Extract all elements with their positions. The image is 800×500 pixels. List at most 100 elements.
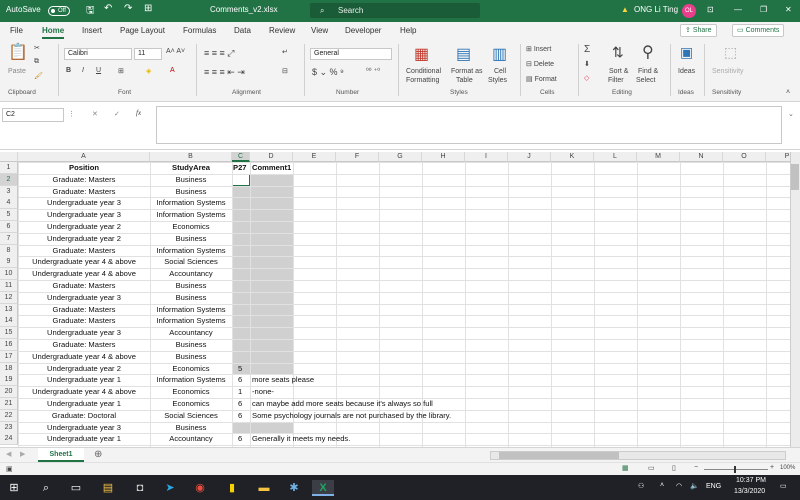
column-header-b[interactable]: B [150,152,232,162]
active-cell[interactable] [232,173,250,186]
table-cell[interactable]: Graduate: Masters [18,280,150,292]
find-label[interactable]: Find & [638,68,658,75]
name-box[interactable]: C2 [2,108,64,122]
table-cell[interactable]: Generally it meets my needs. [252,433,350,445]
table-cell[interactable]: Undergraduate year 2 [18,221,150,233]
column-header-f[interactable]: F [336,152,379,162]
find-select-icon[interactable]: ⚲ [642,42,654,62]
conditional-formatting-icon[interactable]: ▦ [414,44,429,64]
formula-input[interactable] [156,106,782,144]
table-cell[interactable]: Undergraduate year 2 [18,363,150,375]
table-cell[interactable]: Undergraduate year 4 & above [18,256,150,268]
top-align-icon[interactable]: ≡ ≡ ≡ ⤢ [204,48,234,59]
select-label[interactable]: Select [636,77,655,84]
insert-function-icon[interactable]: fx [136,109,141,117]
format-as-table-icon[interactable]: ▤ [456,44,471,64]
row-header[interactable]: 4 [0,197,18,210]
decimal-icon[interactable]: ⁰⁰ ⁺⁰ [366,67,380,75]
format-cells-button[interactable]: ▤ Format [526,75,557,83]
cell-label[interactable]: Cell [494,68,506,75]
scrollbar-thumb[interactable] [499,452,619,459]
select-all-corner[interactable] [0,152,18,162]
table-cell[interactable]: Undergraduate year 4 & above [18,386,150,398]
column-header-a[interactable]: A [18,152,150,162]
number-format-select[interactable]: General [310,48,392,60]
table-cell[interactable]: Undergraduate year 1 [18,374,150,386]
expand-formula-icon[interactable]: ⌄ [788,110,794,118]
table-cell[interactable]: 1 [238,386,242,398]
table-cell[interactable]: Information Systems [150,209,232,221]
table-cell[interactable]: Economics [150,363,232,375]
column-header-i[interactable]: I [465,152,508,162]
filter-label[interactable]: Filter [608,77,624,84]
customize-icon[interactable]: ⊞ [144,3,152,14]
table-cell[interactable]: Graduate: Masters [18,186,150,198]
network-icon[interactable]: ◠ [676,482,682,490]
prev-sheet-icon[interactable]: ◀ [6,450,11,458]
telegram-icon[interactable]: ➤ [162,480,178,496]
zoom-in-icon[interactable]: + [770,464,774,471]
minimize-icon[interactable]: — [734,5,742,14]
format-painter-icon[interactable]: 🖌 [34,72,43,80]
table-cell[interactable]: Graduate: Masters [18,174,150,186]
column-header-l[interactable]: L [594,152,637,162]
wrap-text-icon[interactable]: ↵ [282,48,288,56]
table-cell[interactable]: Undergraduate year 4 & above [18,268,150,280]
vertical-scrollbar[interactable] [790,152,800,447]
restore-icon[interactable]: ❐ [760,5,767,14]
table-cell[interactable]: Accountancy [150,327,232,339]
fill-color-icon[interactable]: ◈ [146,67,151,75]
delete-cells-button[interactable]: ⊟ Delete [526,60,554,68]
cell-styles-icon[interactable]: ▥ [492,44,507,64]
sensitivity-icon[interactable]: ⬚ [724,44,737,61]
notifications-icon[interactable]: ▭ [780,482,787,490]
tab-sheet1[interactable]: Sheet1 [38,448,84,462]
row-header[interactable]: 5 [0,209,18,222]
copy-icon[interactable]: ⧉ [34,58,39,66]
row-header[interactable]: 14 [0,315,18,328]
page-layout-view-icon[interactable]: ▭ [648,464,655,472]
tab-file[interactable]: File [10,26,23,35]
table-label[interactable]: Table [456,77,473,84]
table-cell[interactable]: Business [150,351,232,363]
excel-taskbar-icon[interactable]: X [312,480,334,496]
font-color-icon[interactable]: A [170,67,175,74]
table-cell[interactable]: Undergraduate year 3 [18,327,150,339]
ideas-icon[interactable]: ▣ [680,44,693,61]
row-header[interactable]: 10 [0,268,18,281]
folder-icon[interactable]: ▬ [256,480,272,496]
app-icon[interactable]: ✱ [286,480,302,496]
row-header[interactable]: 2 [0,173,18,186]
comments-button[interactable]: ▭ Comments [732,24,785,37]
column-header-e[interactable]: E [293,152,336,162]
column-header-k[interactable]: K [551,152,594,162]
clock-date[interactable]: 13/3/2020 [734,488,765,495]
table-cell[interactable]: Undergraduate year 3 [18,209,150,221]
left-align-icon[interactable]: ≡ ≡ ≡ ⇤ ⇥ [204,67,245,78]
tab-developer[interactable]: Developer [345,26,381,35]
row-header[interactable]: 16 [0,339,18,351]
people-icon[interactable]: ⚇ [638,482,644,490]
table-cell[interactable]: Information Systems [150,304,232,316]
table-cell[interactable]: Business [150,339,232,351]
column-header-j[interactable]: J [508,152,551,162]
table-cell[interactable]: 6 [238,374,242,386]
row-header[interactable]: 24 [0,433,18,446]
table-cell[interactable]: Economics [150,398,232,410]
column-header-g[interactable]: G [379,152,422,162]
column-header-n[interactable]: N [680,152,723,162]
input-language[interactable]: ENG [706,483,721,490]
collapse-ribbon-icon[interactable]: ˄ [786,89,790,96]
insert-cells-button[interactable]: ⊞ Insert [526,45,551,53]
table-cell[interactable]: 5 [238,363,242,375]
spreadsheet-grid[interactable]: A B C D E F G H I J K L M N O P 1 Position StudyArea P27 Com… [0,150,800,447]
column-header-c[interactable]: C [232,152,250,162]
column-header-h[interactable]: H [422,152,465,162]
table-cell[interactable]: Undergraduate year 4 & above [18,351,150,363]
file-explorer-icon[interactable]: ▤ [100,480,116,496]
start-icon[interactable]: ⊞ [6,480,22,496]
row-header[interactable]: 19 [0,374,18,387]
fill-icon[interactable]: ⬇ [584,60,590,68]
macro-record-icon[interactable]: ▣ [6,465,13,473]
row-header[interactable]: 22 [0,409,18,422]
